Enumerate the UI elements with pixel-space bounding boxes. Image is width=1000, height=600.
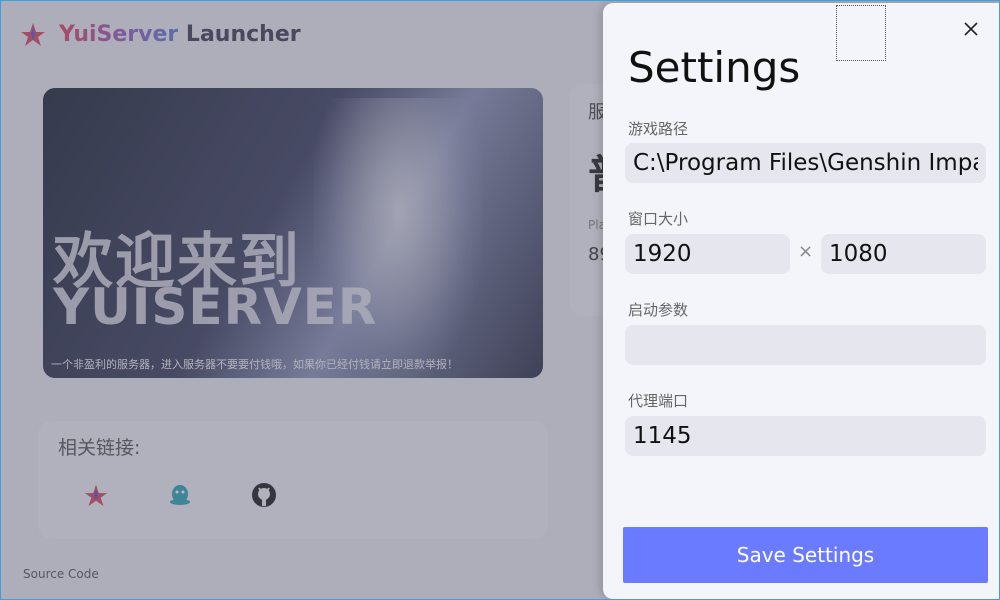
close-icon[interactable] <box>959 17 983 41</box>
settings-drawer: Settings 游戏路径 窗口大小 × 启动参数 代理端口 Save Sett… <box>603 3 999 599</box>
settings-title: Settings <box>628 43 801 92</box>
launch-args-label: 启动参数 <box>628 301 689 319</box>
launch-args-field[interactable] <box>625 325 986 365</box>
times-separator: × <box>798 241 814 262</box>
window-size-label: 窗口大小 <box>628 210 689 228</box>
proxy-port-label: 代理端口 <box>628 392 689 410</box>
save-settings-button[interactable]: Save Settings <box>623 527 988 583</box>
game-path-label: 游戏路径 <box>628 120 689 138</box>
window-width-field[interactable] <box>625 234 790 274</box>
proxy-port-field[interactable] <box>625 416 986 456</box>
window-height-field[interactable] <box>821 234 986 274</box>
game-path-field[interactable] <box>625 143 986 183</box>
focus-outline-box <box>836 5 886 61</box>
launcher-window: YuiServer Launcher 欢迎来到 YUISERVER 一个非盈利的… <box>0 0 1000 600</box>
